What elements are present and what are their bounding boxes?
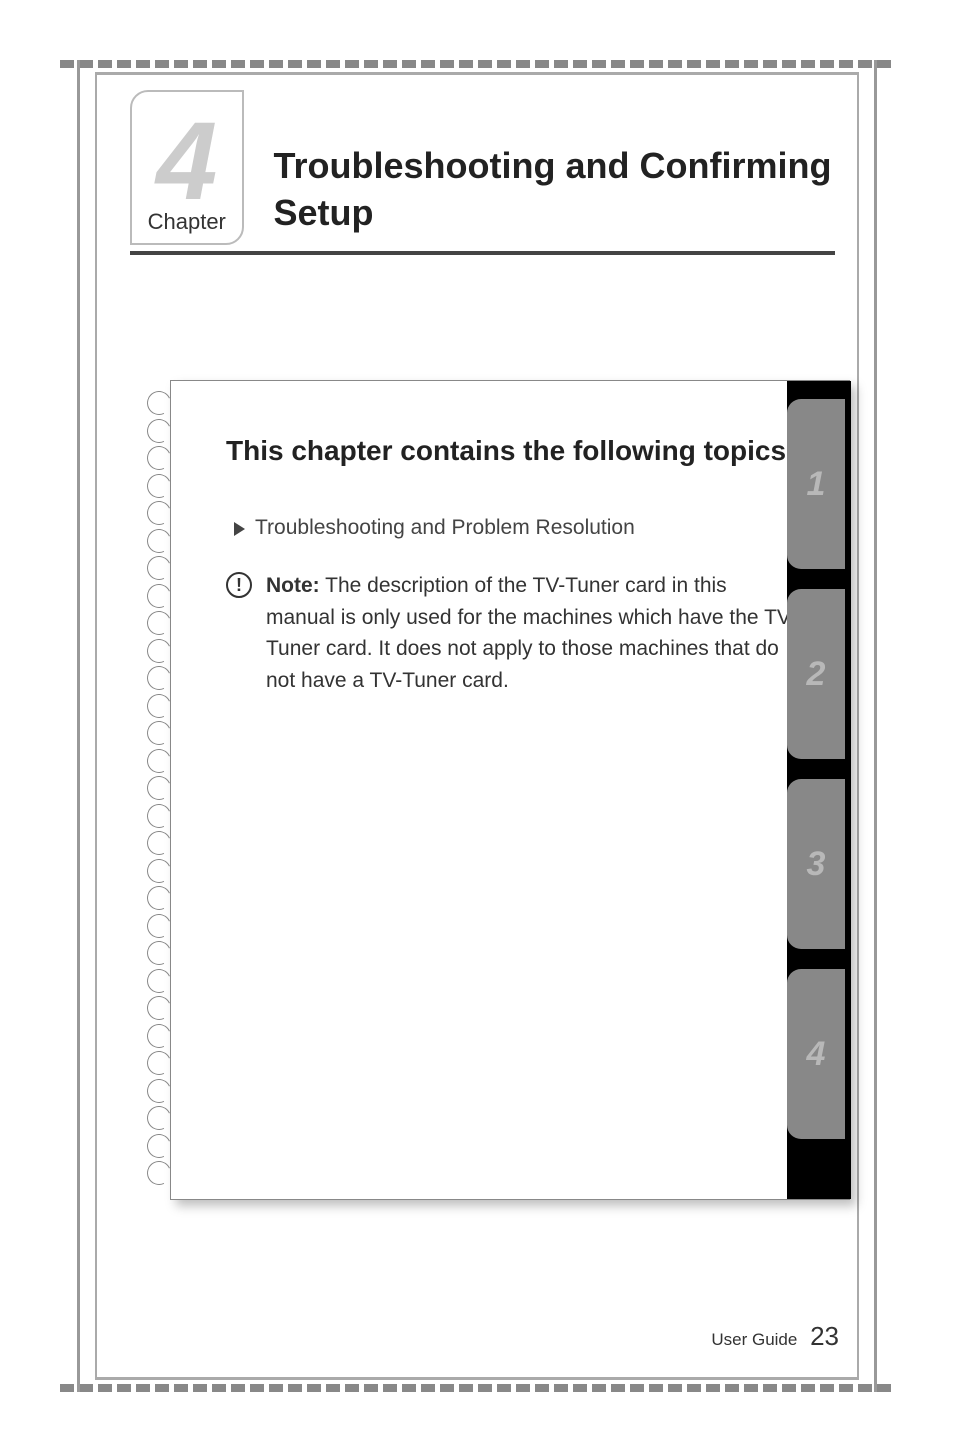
note-text: Note: The description of the TV-Tuner ca…: [266, 570, 799, 696]
warning-icon: !: [226, 572, 252, 598]
tab-4[interactable]: 4: [787, 969, 845, 1139]
dash-bottom: [60, 1384, 894, 1392]
chapter-number: 4: [156, 107, 217, 217]
dash-top: [60, 60, 894, 68]
topics-heading: This chapter contains the following topi…: [226, 431, 799, 470]
title-underline: [130, 251, 835, 255]
note-label: Note:: [266, 574, 320, 597]
footer-label: User Guide: [711, 1330, 797, 1349]
topic-text: Troubleshooting and Problem Resolution: [255, 516, 635, 539]
page-number: 23: [810, 1321, 839, 1351]
side-right: [874, 60, 877, 1392]
tab-2[interactable]: 2: [787, 589, 845, 759]
topic-item: Troubleshooting and Problem Resolution: [234, 516, 799, 540]
note-body: The description of the TV-Tuner card in …: [266, 574, 797, 692]
tab-3[interactable]: 3: [787, 779, 845, 949]
tab-number: 3: [807, 845, 826, 884]
footer: User Guide 23: [711, 1321, 839, 1352]
note-block: ! Note: The description of the TV-Tuner …: [226, 570, 799, 696]
spiral-binding: [147, 391, 177, 1189]
bullet-arrow-icon: [234, 522, 245, 536]
topics-card: This chapter contains the following topi…: [170, 380, 850, 1200]
chapter-label: Chapter: [148, 209, 226, 235]
section-tabs: 1 2 3 4: [787, 381, 851, 1199]
tab-number: 2: [807, 655, 826, 694]
side-left: [77, 60, 80, 1392]
tab-number: 1: [807, 465, 826, 504]
chapter-header: 4 Chapter Troubleshooting and Confirming…: [130, 90, 854, 255]
chapter-badge: 4 Chapter: [130, 90, 244, 245]
chapter-title: Troubleshooting and Confirming Setup: [274, 143, 855, 245]
tab-1[interactable]: 1: [787, 399, 845, 569]
tab-number: 4: [807, 1035, 826, 1074]
